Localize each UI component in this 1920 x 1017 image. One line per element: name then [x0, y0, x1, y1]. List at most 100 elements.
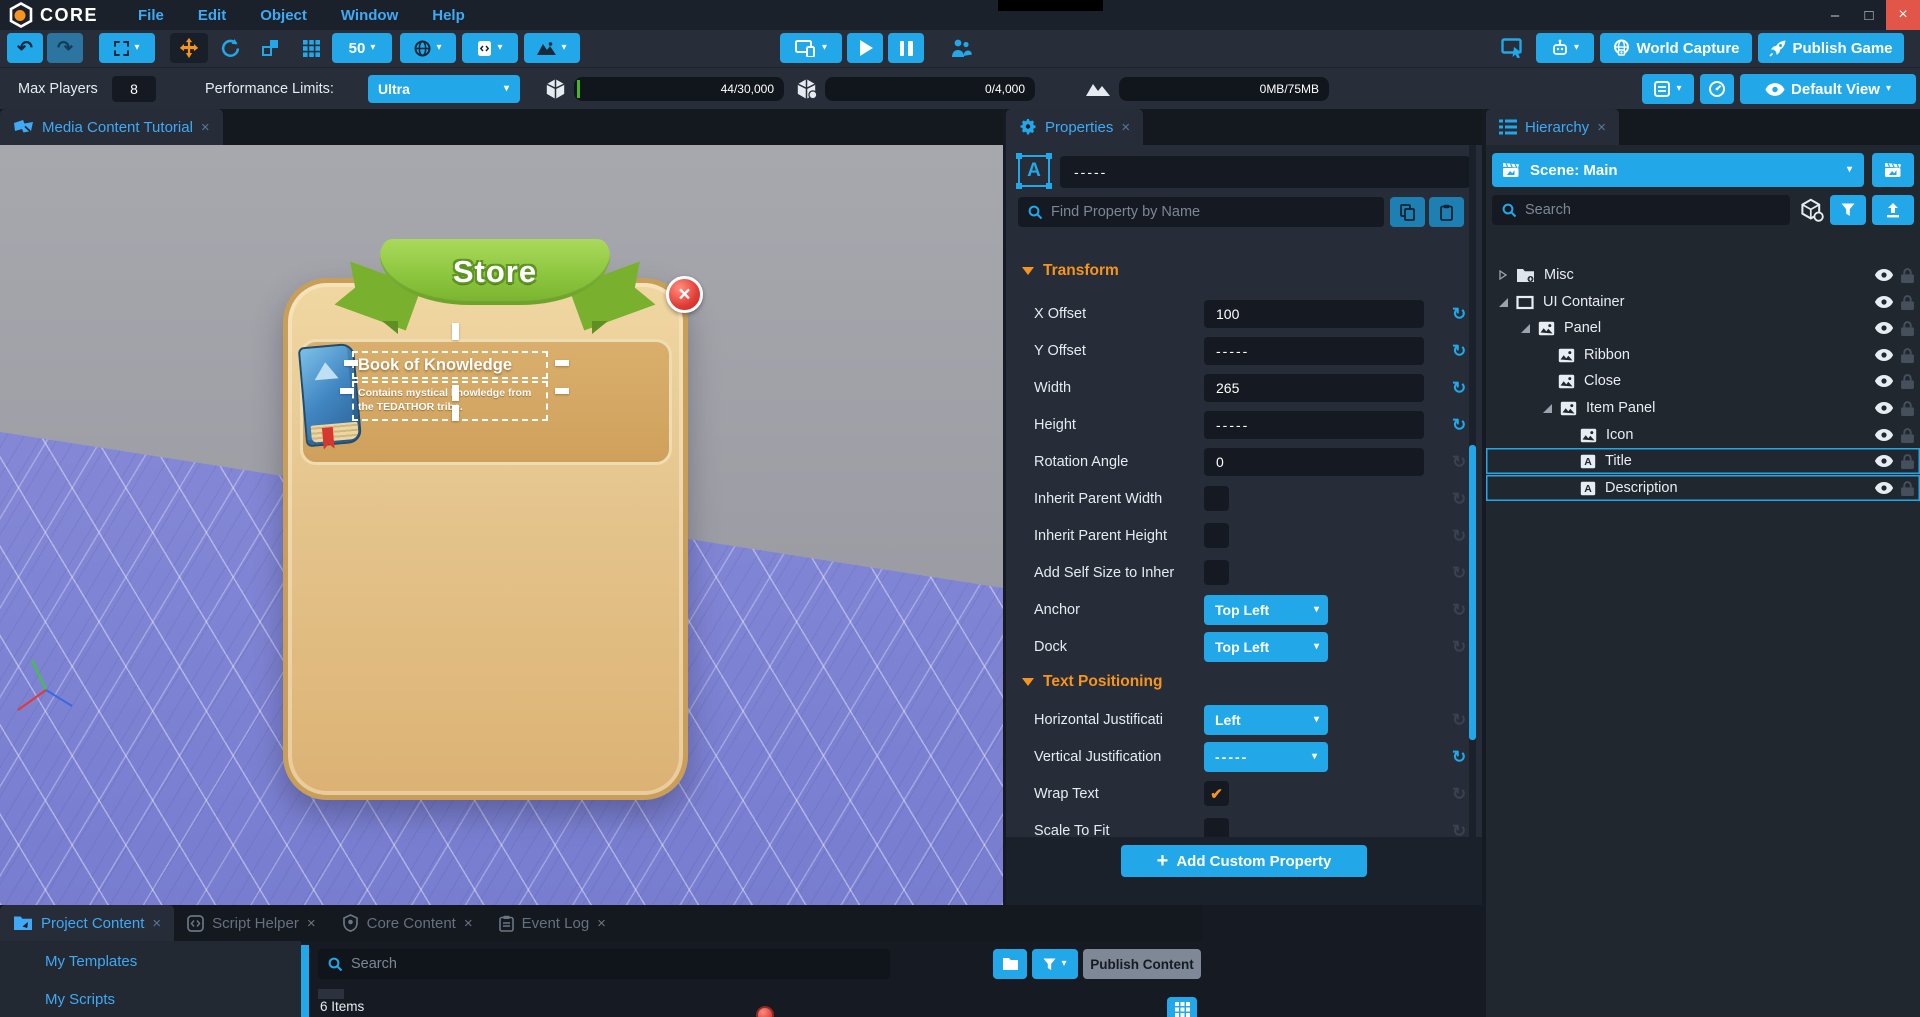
lock-icon[interactable]	[1901, 348, 1914, 363]
y-offset-input[interactable]: -----	[1204, 337, 1424, 365]
anchor-dropdown[interactable]: Top Left ▾	[1204, 595, 1328, 625]
close-tab-icon[interactable]: ×	[597, 915, 606, 932]
selection-handle[interactable]	[340, 388, 354, 394]
default-view-dropdown[interactable]: Default View ▾	[1740, 74, 1916, 104]
selection-handle[interactable]	[452, 385, 459, 401]
x-offset-input[interactable]: 100	[1204, 300, 1424, 328]
undo-button[interactable]: ↶	[7, 33, 43, 63]
hierarchy-row-misc[interactable]: Misc	[1486, 262, 1920, 288]
pause-button[interactable]	[888, 33, 924, 63]
sidebar-item-my-templates[interactable]: My Templates	[45, 953, 137, 970]
rotate-tool-icon[interactable]	[212, 33, 248, 63]
expander-collapsed-icon[interactable]	[1496, 270, 1510, 280]
reset-icon[interactable]: ↺	[1452, 639, 1466, 656]
hierarchy-row-ui-container[interactable]: UI Container	[1486, 289, 1920, 315]
content-search[interactable]	[318, 949, 890, 979]
menu-edit[interactable]: Edit	[198, 7, 226, 24]
width-input[interactable]: 265	[1204, 374, 1424, 402]
performance-limits-dropdown[interactable]: Ultra ▾	[368, 75, 520, 103]
sidebar-item-my-scripts[interactable]: My Scripts	[45, 991, 115, 1008]
dock-dropdown[interactable]: Top Left ▾	[1204, 632, 1328, 662]
reset-icon[interactable]: ↺	[1452, 528, 1466, 545]
lock-icon[interactable]	[1901, 454, 1914, 469]
scale-tool-icon[interactable]	[252, 33, 288, 63]
visibility-eye-icon[interactable]	[1874, 375, 1894, 387]
content-item-thumbnail[interactable]	[756, 1006, 774, 1017]
close-window-button[interactable]: ×	[1886, 0, 1920, 30]
grid-view-button[interactable]	[1167, 997, 1197, 1017]
properties-scrollbar-thumb[interactable]	[1469, 445, 1476, 740]
expander-expanded-icon[interactable]	[1540, 404, 1554, 413]
wrap-text-checkbox[interactable]: ✔	[1204, 781, 1229, 806]
hierarchy-search-input[interactable]	[1525, 202, 1780, 218]
world-capture-button[interactable]: World Capture	[1600, 33, 1752, 63]
selection-handle[interactable]	[344, 360, 358, 366]
multiplayer-preview-icon[interactable]	[944, 33, 978, 63]
close-tab-icon[interactable]: ×	[464, 915, 473, 932]
tab-properties[interactable]: Properties ×	[1006, 109, 1143, 145]
play-button[interactable]	[847, 33, 883, 63]
object-name-input[interactable]: -----	[1060, 156, 1470, 188]
visibility-eye-icon[interactable]	[1874, 429, 1894, 441]
reset-icon[interactable]: ↺	[1452, 565, 1466, 582]
move-tool-icon[interactable]	[178, 37, 200, 59]
close-tab-icon[interactable]: ×	[152, 915, 161, 932]
restore-button[interactable]: □	[1852, 0, 1886, 30]
add-self-size-checkbox[interactable]	[1204, 560, 1229, 585]
rotation-angle-input[interactable]: 0	[1204, 448, 1424, 476]
reset-icon[interactable]: ↺	[1452, 712, 1466, 729]
expander-expanded-icon[interactable]	[1496, 298, 1510, 307]
content-search-input[interactable]	[351, 956, 880, 972]
reset-icon[interactable]: ↺	[1452, 343, 1466, 360]
screen-share-icon[interactable]	[1498, 33, 1528, 63]
viewport-3d-scene[interactable]: Store × Book of Knowledge Contains mysti…	[0, 145, 1003, 905]
lock-icon[interactable]	[1901, 268, 1914, 283]
reset-icon[interactable]: ↺	[1452, 786, 1466, 803]
hierarchy-row-description-selected[interactable]: A Description	[1486, 475, 1920, 501]
reset-icon[interactable]: ↺	[1452, 602, 1466, 619]
tab-media-content-tutorial[interactable]: Media Content Tutorial ×	[0, 109, 223, 145]
select-mode-dropdown[interactable]: ▾	[99, 33, 155, 63]
tab-hierarchy[interactable]: Hierarchy ×	[1486, 109, 1619, 145]
menu-help[interactable]: Help	[432, 7, 465, 24]
world-settings-dropdown[interactable]: ▾	[400, 33, 456, 63]
save-dropdown[interactable]: ▾	[1642, 74, 1694, 104]
hierarchy-row-title-selected[interactable]: A Title	[1486, 448, 1920, 474]
sidebar-scrollbar[interactable]	[301, 945, 309, 1017]
visibility-eye-icon[interactable]	[1874, 322, 1894, 334]
minimize-button[interactable]: –	[1818, 0, 1852, 30]
selection-handle[interactable]	[452, 323, 459, 340]
inherit-parent-width-checkbox[interactable]	[1204, 486, 1229, 511]
store-item-description-selection[interactable]: Contains mystical knowledge from the TED…	[352, 381, 548, 421]
hierarchy-row-ribbon[interactable]: Ribbon	[1486, 342, 1920, 368]
grid-snap-icon[interactable]	[293, 33, 329, 63]
inherit-parent-height-checkbox[interactable]	[1204, 523, 1229, 548]
close-tab-icon[interactable]: ×	[201, 119, 210, 136]
performance-gauge-button[interactable]	[1700, 74, 1734, 104]
lock-icon[interactable]	[1901, 481, 1914, 496]
reset-icon[interactable]: ↺	[1452, 454, 1466, 471]
reset-icon[interactable]: ↺	[1452, 749, 1466, 766]
reset-icon[interactable]: ↺	[1452, 491, 1466, 508]
store-item-title-selection[interactable]: Book of Knowledge	[352, 351, 548, 379]
transform-section-header[interactable]: Transform	[1022, 262, 1119, 280]
find-property-search[interactable]	[1018, 197, 1384, 227]
script-dropdown[interactable]: ▾	[462, 33, 518, 63]
reset-icon[interactable]: ↺	[1452, 417, 1466, 434]
hierarchy-row-close[interactable]: Close	[1486, 368, 1920, 394]
lock-icon[interactable]	[1901, 295, 1914, 310]
publish-content-button[interactable]: Publish Content	[1083, 949, 1201, 979]
tab-project-content[interactable]: Project Content ×	[0, 905, 174, 941]
max-players-input[interactable]: 8	[112, 76, 156, 102]
store-close-button[interactable]: ×	[666, 276, 703, 313]
copy-properties-button[interactable]	[1390, 197, 1425, 227]
snap-size-dropdown[interactable]: 50▾	[332, 33, 392, 63]
new-folder-button[interactable]	[993, 949, 1027, 979]
height-input[interactable]: -----	[1204, 411, 1424, 439]
content-filter-dropdown[interactable]: ▾	[1032, 949, 1078, 979]
tab-core-content[interactable]: Core Content ×	[329, 905, 486, 941]
visibility-eye-icon[interactable]	[1874, 296, 1894, 308]
selection-handle[interactable]	[555, 360, 569, 366]
text-positioning-section-header[interactable]: Text Positioning	[1022, 673, 1162, 691]
hierarchy-search[interactable]	[1492, 195, 1790, 225]
